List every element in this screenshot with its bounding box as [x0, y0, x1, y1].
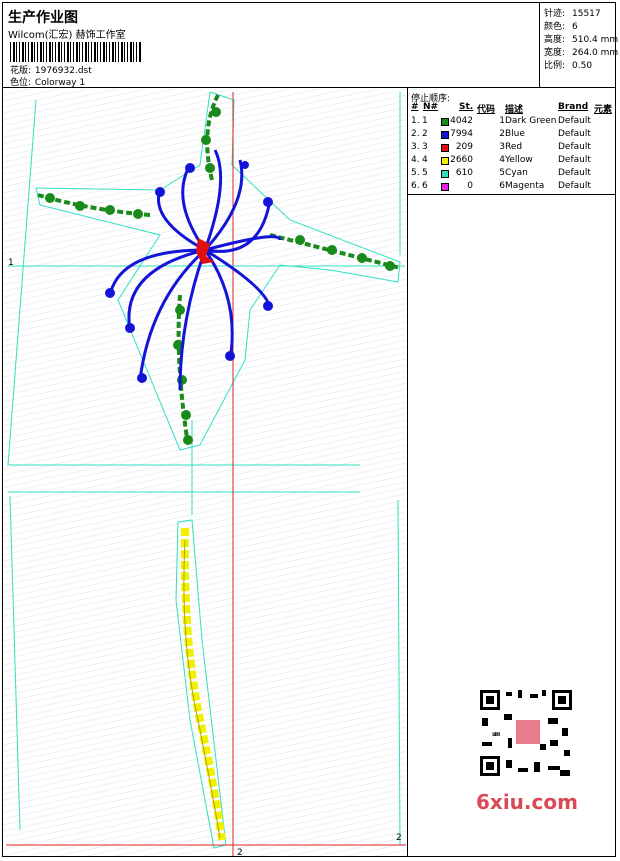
row-number: 4.	[411, 155, 420, 165]
watermark-logo: 6xiu.com	[476, 790, 578, 814]
color-swatch	[441, 131, 449, 139]
color-description: Magenta	[505, 181, 545, 191]
thread-brand: Default	[558, 168, 591, 178]
row-number: 1.	[411, 116, 420, 126]
upper-hoop-outline	[7, 99, 360, 466]
blue-petal-tips	[105, 161, 273, 383]
table-row[interactable]: 6. 6 0 6 Magenta Default	[410, 181, 615, 194]
color-swatch	[441, 144, 449, 152]
needle-number: 4	[422, 155, 428, 165]
color-swatch	[441, 170, 449, 178]
table-row[interactable]: 2. 2 7994 2 Blue Default	[410, 129, 615, 142]
green-vines	[37, 94, 401, 446]
table-row[interactable]: 5. 5 610 5 Cyan Default	[410, 168, 615, 181]
needle-number: 5	[422, 168, 428, 178]
stitch-count: 0	[467, 181, 473, 191]
axis-mark-bottom: 2	[237, 848, 243, 858]
color-description: Dark Green	[505, 116, 557, 126]
lower-hoop-right	[397, 499, 401, 846]
color-description: Cyan	[505, 168, 528, 178]
row-number: 2.	[411, 129, 420, 139]
color-description: Blue	[505, 129, 525, 139]
axis-mark-left: 1	[8, 258, 14, 268]
stitch-count: 7994	[450, 129, 473, 139]
needle-number: 6	[422, 181, 428, 191]
table-row[interactable]: 4. 4 2660 4 Yellow Default	[410, 155, 615, 168]
axis-mark-right: 2	[396, 833, 402, 843]
table-row[interactable]: 1. 1 4042 1 Dark Green Default	[410, 116, 615, 129]
table-bottom-divider	[408, 194, 616, 195]
thread-brand: Default	[558, 129, 591, 139]
stitch-count: 4042	[450, 116, 473, 126]
color-description: Yellow	[505, 155, 533, 165]
qr-center-stamp	[516, 720, 540, 744]
needle-number: 1	[422, 116, 428, 126]
color-swatch	[441, 118, 449, 126]
thread-brand: Default	[558, 142, 591, 152]
thread-brand: Default	[558, 181, 591, 191]
color-swatch	[441, 183, 449, 191]
color-swatch	[441, 157, 449, 165]
row-number: 5.	[411, 168, 420, 178]
qr-stamp-text: 刺绣图	[490, 729, 511, 738]
thread-brand: Default	[558, 116, 591, 126]
stitch-count: 2660	[450, 155, 473, 165]
row-number: 6.	[411, 181, 420, 191]
needle-number: 3	[422, 142, 428, 152]
needle-number: 2	[422, 129, 428, 139]
stitch-count: 209	[455, 142, 473, 152]
thread-brand: Default	[558, 155, 591, 165]
table-row[interactable]: 3. 3 209 3 Red Default	[410, 142, 615, 155]
stitch-count: 610	[455, 168, 473, 178]
row-number: 3.	[411, 142, 420, 152]
hoop-outlines	[7, 91, 401, 849]
color-description: Red	[505, 142, 523, 152]
